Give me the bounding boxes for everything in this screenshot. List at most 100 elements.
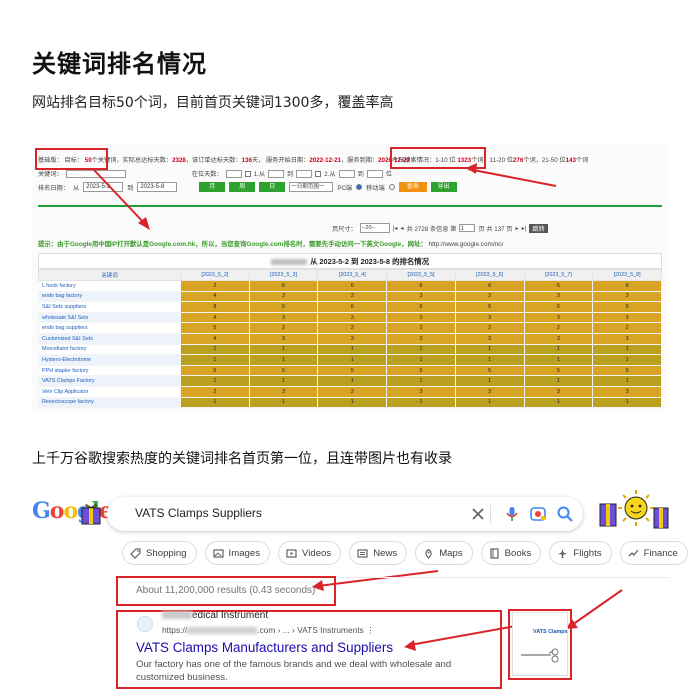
site-favicon[interactable] (137, 616, 153, 632)
table-row: Hystero-Electrotome 1 1 1 1 1 1 1 (38, 354, 662, 366)
rank-cell: 1 (180, 343, 250, 356)
chip-images[interactable]: Images (204, 541, 271, 565)
range2-checkbox[interactable] (315, 170, 322, 177)
position-days-input[interactable] (225, 169, 242, 178)
column-header-date[interactable]: [2023_5_8] (592, 269, 662, 281)
range1-checkbox[interactable] (244, 170, 251, 177)
rank-cell: 6 (592, 280, 662, 292)
keyword-cell[interactable]: Morcellator factory (38, 343, 181, 356)
prev-page-icon[interactable]: ◂ (400, 225, 403, 232)
rank-cell: 4 (180, 311, 250, 324)
last-page-icon[interactable]: ▸| (522, 225, 527, 232)
rank-cell: 6 (386, 280, 456, 292)
query-button[interactable]: 查询 (398, 182, 427, 192)
tip-line: 提示：由于Google用中国IP打开默认是Google.com.hk，所以，当您… (38, 239, 504, 248)
chip-books[interactable]: Books (480, 541, 542, 565)
keyword-cell[interactable]: L hook factory (38, 280, 181, 292)
rank-cell: 5 (180, 364, 250, 377)
result-url[interactable]: https:// .com › ... › VATS Instruments ⋮ (162, 625, 375, 635)
tag-icon (130, 547, 141, 559)
go-button[interactable]: 跳转 (529, 223, 548, 233)
range2-from-input[interactable] (338, 169, 355, 178)
week-button[interactable]: 周 (229, 182, 256, 192)
rank-cell: 1 (386, 396, 456, 409)
rank-cell: 1 (454, 354, 525, 366)
table-row: L hook factory 2 6 6 6 6 6 6 (38, 280, 662, 292)
first-page-icon[interactable]: |◂ (393, 225, 398, 232)
period-select[interactable]: 一日期范围一 (289, 182, 334, 192)
mobile-radio[interactable] (388, 184, 395, 190)
search-bar[interactable]: VATS Clamps Suppliers (107, 497, 583, 531)
page-size-select[interactable]: --20-- (359, 223, 390, 233)
rank-cell: 3 (386, 290, 456, 303)
rank-cell: 3 (523, 385, 594, 398)
column-header-keyword[interactable]: 关键词 (38, 269, 181, 281)
result-title-link[interactable]: VATS Clamps Manufacturers and Suppliers (136, 640, 393, 655)
table-row: Customized S&I Sets 4 3 3 3 3 3 3 (38, 332, 662, 345)
day-button[interactable]: 日 (259, 182, 286, 192)
chip-label: Finance (643, 547, 678, 559)
range2-to-input[interactable] (366, 169, 383, 178)
keyword-cell[interactable]: wholesale S&I Sets (38, 311, 181, 324)
page-number-input[interactable]: 1 (459, 224, 476, 232)
column-header-date[interactable]: [2023_5_2] (180, 269, 250, 281)
rank-cell: 3 (317, 332, 388, 345)
rank-cell: 2 (317, 322, 388, 334)
result-site-name[interactable]: edical Instrument (162, 610, 268, 621)
next-page-icon[interactable]: ▸ (515, 225, 518, 232)
column-header-date[interactable]: [2023_5_7] (523, 269, 594, 281)
keyword-cell[interactable]: Customized S&I Sets (38, 332, 181, 345)
search-input[interactable]: VATS Clamps Suppliers (135, 506, 262, 520)
rank-cell: 2 (180, 385, 250, 398)
keyword-cell[interactable]: VATS Clamps Factory (38, 375, 181, 387)
result-thumbnail[interactable]: VATS Clamps (512, 612, 568, 676)
rank-table-header: 关键词 [2023_5_2] [2023_5_3] [2023_5_4] [2023_5… (38, 269, 662, 281)
date-to-input[interactable]: 2023-5-8 (137, 182, 178, 192)
today-mid2-text: 个词，21-50 位 (523, 157, 566, 164)
column-header-date[interactable]: [2023_5_4] (317, 269, 388, 281)
chip-maps[interactable]: Maps (415, 541, 473, 565)
arrow-line-5 (571, 589, 623, 626)
rank-cell: 3 (454, 332, 525, 345)
range1-from-input[interactable] (268, 169, 285, 178)
chip-finance[interactable]: Finance (619, 541, 688, 565)
date-from-input[interactable]: 2023-5-2 (83, 182, 124, 192)
camera-lens-icon[interactable] (529, 505, 547, 523)
keyword-cell[interactable]: S&I Sets suppliers (38, 301, 181, 313)
rank-cell: 1 (523, 343, 594, 356)
search-icon[interactable] (556, 505, 574, 523)
keyword-cell[interactable]: Vein Clip Applicator (38, 385, 181, 398)
month-button[interactable]: 月 (199, 182, 226, 192)
keyword-cell[interactable]: Resectoscope factory (38, 396, 181, 409)
rank-cell: 3 (317, 311, 388, 324)
chip-news[interactable]: News (349, 541, 408, 565)
keyword-cell[interactable]: PPH stapler factory (38, 364, 181, 377)
microphone-icon[interactable] (503, 505, 521, 523)
pager: 页尺寸： --20-- |◂ ◂ 共 2728 条信息 第 1 页 共 137 … (332, 223, 548, 233)
column-header-date[interactable]: [2023_5_3] (248, 269, 319, 281)
chip-label: Videos (302, 547, 332, 559)
rank-cell: 1 (317, 375, 388, 387)
clear-icon[interactable] (469, 505, 487, 523)
keyword-cell[interactable]: Hystero-Electrotome (38, 354, 181, 366)
table-row: VATS Clamps Factory 1 1 1 1 1 1 1 (38, 375, 662, 387)
date-to-label: 到 (127, 184, 134, 192)
keyword-input[interactable] (65, 169, 126, 178)
blurred-site-text (162, 611, 192, 620)
chip-videos[interactable]: Videos (278, 541, 342, 565)
table-row: Vein Clip Applicator 2 3 3 3 3 3 3 (38, 385, 662, 398)
mobile-label: 移动端 (366, 184, 385, 192)
chip-flights[interactable]: Flights (549, 541, 612, 565)
keyword-cell[interactable]: endo bag factory (38, 290, 181, 303)
pc-radio[interactable] (356, 184, 363, 190)
date-row: 排名日期： 从 2023-5-2 到 2023-5-8 月 周 日 一日期范围一… (38, 182, 457, 192)
range1-to-input[interactable] (296, 169, 313, 178)
doodle-sun-icon (599, 490, 669, 529)
export-button[interactable]: 导出 (430, 182, 457, 192)
keyword-cell[interactable]: endo bag suppliers (38, 322, 181, 334)
more-options-icon[interactable]: ⋮ (366, 625, 374, 635)
column-header-date[interactable]: [2023_5_5] (386, 269, 456, 281)
column-header-date[interactable]: [2023_5_6] (454, 269, 525, 281)
tip-url[interactable]: http://www.google.com/ncr (429, 241, 504, 248)
chip-shopping[interactable]: Shopping (122, 541, 197, 565)
